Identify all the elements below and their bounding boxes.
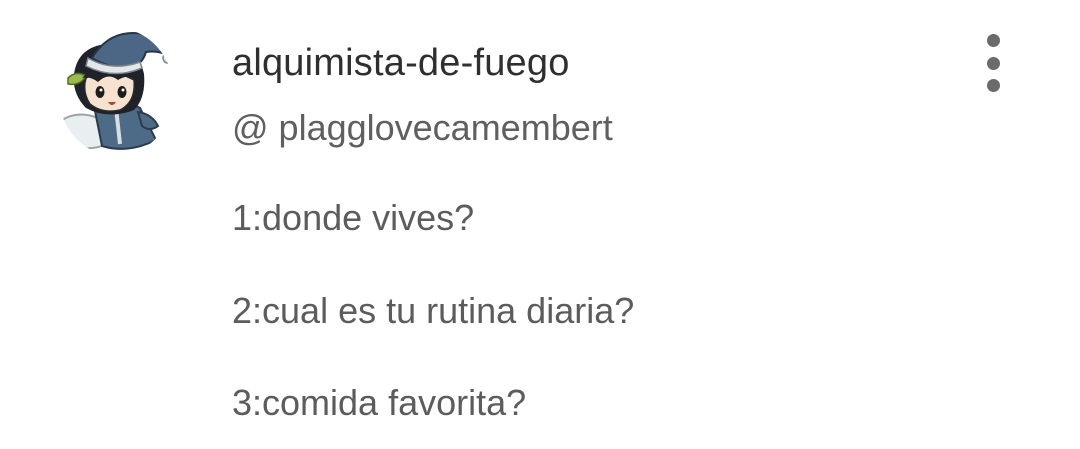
more-vertical-icon <box>986 34 1000 47</box>
comment-card: alquimista-de-fuego @ plagglovecamembert … <box>0 0 1080 449</box>
comment-line-3: 3:comida favorita? <box>232 382 527 423</box>
username[interactable]: alquimista-de-fuego <box>232 42 570 85</box>
more-vertical-icon-dot <box>986 79 1000 92</box>
comment-line-2: 2:cual es tu rutina diaria? <box>232 290 635 331</box>
handle-prefix: @ <box>232 107 269 148</box>
more-options-button[interactable] <box>976 34 1010 92</box>
avatar[interactable] <box>58 28 174 156</box>
comment-line-1: 1:donde vives? <box>232 197 475 238</box>
handle-text: plagglovecamembert <box>278 107 613 148</box>
avatar-image <box>60 32 174 150</box>
more-vertical-icon-dot <box>986 56 1000 70</box>
user-handle[interactable]: @ plagglovecamembert <box>232 107 613 149</box>
